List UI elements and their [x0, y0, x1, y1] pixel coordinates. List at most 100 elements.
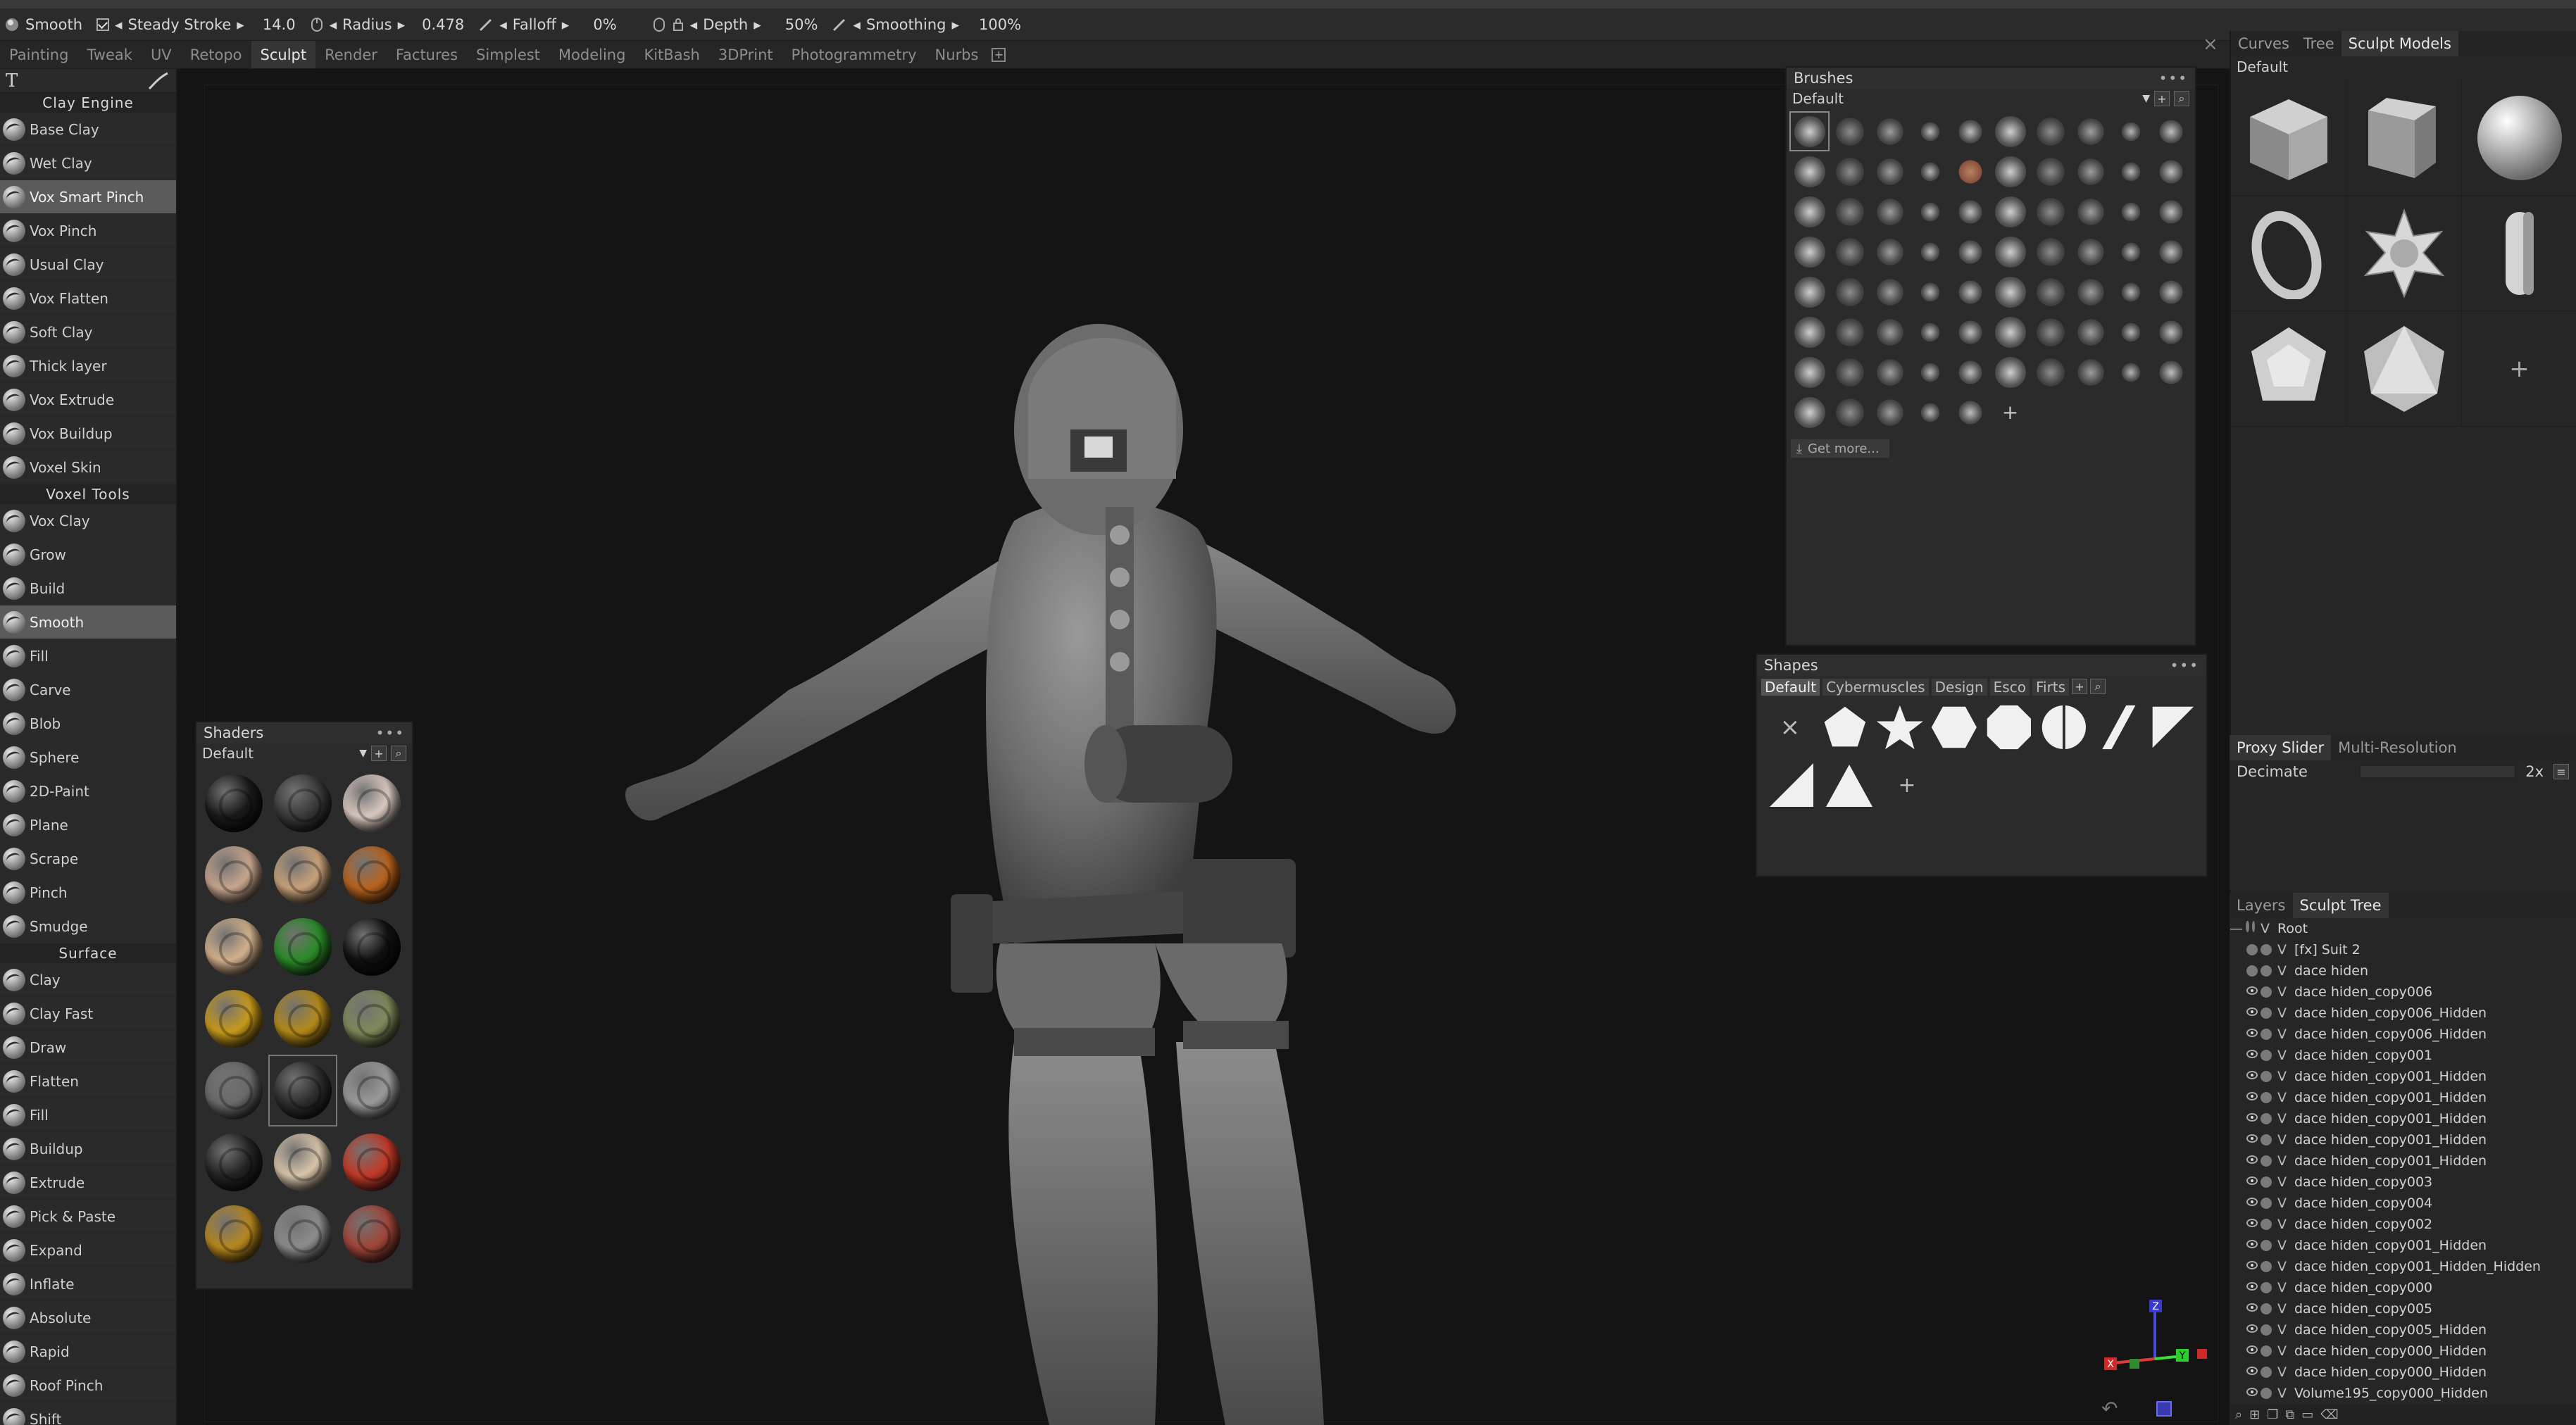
brush-alpha[interactable] — [1910, 312, 1950, 352]
tree-row[interactable]: Vdace hiden_copy005 — [2230, 1298, 2576, 1319]
eye-icon[interactable] — [2246, 1240, 2258, 1248]
brush-alpha[interactable] — [1870, 111, 1910, 151]
tool-item[interactable]: Roof Pinch — [0, 1369, 176, 1402]
voxel-mode-icon[interactable]: V — [2277, 1174, 2294, 1190]
eye-icon[interactable] — [2246, 1345, 2258, 1354]
tool-item[interactable]: Clay — [0, 963, 176, 997]
brush-alpha[interactable] — [2070, 151, 2111, 192]
brush-alpha[interactable] — [1870, 272, 1910, 312]
voxel-mode-icon[interactable]: V — [2277, 1069, 2294, 1084]
brush-alpha[interactable] — [1870, 151, 1910, 192]
ghost-icon[interactable] — [2261, 1345, 2272, 1357]
ghost-icon[interactable] — [2261, 1282, 2272, 1293]
shaders-panel-header[interactable]: Shaders ••• — [196, 722, 412, 743]
ghost-icon[interactable] — [2251, 921, 2255, 932]
tab-sculpt-models[interactable]: Sculpt Models — [2341, 31, 2458, 56]
shader-swatch[interactable] — [337, 839, 406, 911]
tool-item[interactable]: Expand — [0, 1233, 176, 1267]
radius-option[interactable]: ◂ Radius ▸ 0.478 — [310, 16, 464, 33]
brush-alpha[interactable] — [2030, 151, 2070, 192]
tool-item[interactable]: Inflate — [0, 1267, 176, 1301]
shader-swatch[interactable] — [268, 983, 337, 1055]
tree-row[interactable]: Vdace hiden_copy000 — [2230, 1277, 2576, 1298]
brush-alpha[interactable] — [1950, 192, 1990, 232]
more-options-icon[interactable]: ••• — [2170, 657, 2199, 674]
tree-row[interactable]: — V Root — [2230, 918, 2576, 939]
close-viewport-icon[interactable]: × — [2203, 34, 2218, 55]
tab-sculpt-tree[interactable]: Sculpt Tree — [2292, 893, 2389, 918]
voxel-mode-icon[interactable]: V — [2277, 1322, 2294, 1338]
room-tab-modeling[interactable]: Modeling — [549, 46, 635, 63]
brush-alpha[interactable] — [1789, 312, 1830, 352]
voxel-mode-icon[interactable]: V — [2277, 1259, 2294, 1274]
tree-row[interactable]: Vdace hiden_copy006 — [2230, 981, 2576, 1003]
shader-swatch[interactable] — [337, 767, 406, 839]
brush-alpha[interactable] — [1870, 312, 1910, 352]
cube-model[interactable] — [2231, 80, 2346, 196]
brush-alpha[interactable] — [1950, 312, 1990, 352]
torus-model[interactable] — [2231, 196, 2346, 311]
ghost-icon[interactable] — [2261, 1198, 2272, 1209]
tab-tree[interactable]: Tree — [2296, 35, 2341, 52]
shader-swatch[interactable] — [199, 1198, 268, 1270]
tree-row[interactable]: Vdace hiden_copy005_Hidden — [2230, 1319, 2576, 1341]
text-tool-icon[interactable]: T — [6, 70, 18, 92]
voxel-mode-icon[interactable]: V — [2261, 921, 2277, 936]
ghost-icon[interactable] — [2261, 1007, 2272, 1019]
ghost-icon[interactable] — [2261, 1219, 2272, 1230]
brush-alpha[interactable] — [1990, 192, 2030, 232]
brush-alpha[interactable] — [2030, 232, 2070, 272]
tool-item[interactable]: Voxel Skin — [0, 451, 176, 484]
brush-alpha[interactable] — [2111, 312, 2151, 352]
search-icon[interactable]: ⌕ — [391, 746, 406, 761]
dropdown-arrow-icon[interactable]: ▼ — [2142, 93, 2150, 104]
tool-item[interactable]: Grow — [0, 538, 176, 572]
tree-row[interactable]: Vdace hiden_copy004 — [2230, 1193, 2576, 1214]
shader-swatch[interactable] — [199, 1126, 268, 1198]
tree-row[interactable]: Vdace hiden_copy006_Hidden — [2230, 1024, 2576, 1045]
steady-stroke-checkbox[interactable] — [96, 18, 110, 31]
voxel-mode-icon[interactable]: V — [2277, 1153, 2294, 1169]
brush-alpha[interactable] — [1830, 151, 1870, 192]
brush-alpha[interactable] — [2070, 232, 2111, 272]
eye-icon[interactable] — [2246, 1113, 2258, 1122]
voxel-mode-icon[interactable]: V — [2277, 1238, 2294, 1253]
tree-row[interactable]: V Volume195_copy000_Hidden — [2230, 1383, 2576, 1404]
duplicate-icon[interactable]: ❐ — [2267, 1407, 2278, 1422]
room-tab-sculpt[interactable]: Sculpt — [251, 41, 316, 68]
tool-item[interactable]: Carve — [0, 673, 176, 707]
pentagon-shape-icon[interactable] — [1820, 701, 1870, 753]
octagon-shape-icon[interactable] — [1984, 701, 2034, 753]
eye-icon[interactable] — [2246, 1029, 2258, 1037]
tool-item[interactable]: Smooth — [0, 605, 176, 639]
brush-alpha[interactable] — [1910, 192, 1950, 232]
falloff-option[interactable]: ◂ Falloff ▸ 0% — [478, 16, 617, 33]
room-tab-nurbs[interactable]: Nurbs — [926, 46, 988, 63]
brush-alpha[interactable] — [1789, 352, 1830, 392]
shader-swatch[interactable] — [337, 1126, 406, 1198]
eye-icon[interactable] — [2246, 921, 2249, 932]
brush-alpha[interactable] — [1950, 352, 1990, 392]
tree-row[interactable]: Vdace hiden_copy001_Hidden — [2230, 1150, 2576, 1172]
brush-alpha[interactable] — [2111, 232, 2151, 272]
voxel-mode-icon[interactable]: V — [2277, 1090, 2294, 1105]
tool-item[interactable]: Build — [0, 572, 176, 605]
steady-stroke-value[interactable]: 14.0 — [263, 16, 296, 33]
tool-item[interactable]: Usual Clay — [0, 248, 176, 282]
voxel-mode-icon[interactable]: V — [2277, 1343, 2294, 1359]
tab-multi-resolution[interactable]: Multi-Resolution — [2331, 739, 2464, 756]
eye-icon[interactable] — [2246, 1261, 2258, 1269]
tool-item[interactable]: Vox Flatten — [0, 282, 176, 315]
ghost-icon[interactable] — [2261, 1324, 2272, 1336]
eye-icon[interactable] — [2246, 1388, 2258, 1396]
brush-alpha[interactable] — [1789, 151, 1830, 192]
shader-swatch[interactable] — [199, 911, 268, 983]
tool-item[interactable]: Vox Smart Pinch — [0, 180, 176, 214]
dropdown-arrow-icon[interactable]: ▼ — [359, 748, 367, 759]
tool-item[interactable]: Extrude — [0, 1166, 176, 1200]
eye-icon[interactable] — [2246, 944, 2258, 955]
box-model[interactable] — [2346, 80, 2462, 196]
brush-alpha[interactable] — [2111, 192, 2151, 232]
triangle-right-shape-icon[interactable] — [1765, 759, 1818, 811]
brush-alpha[interactable] — [1950, 272, 1990, 312]
